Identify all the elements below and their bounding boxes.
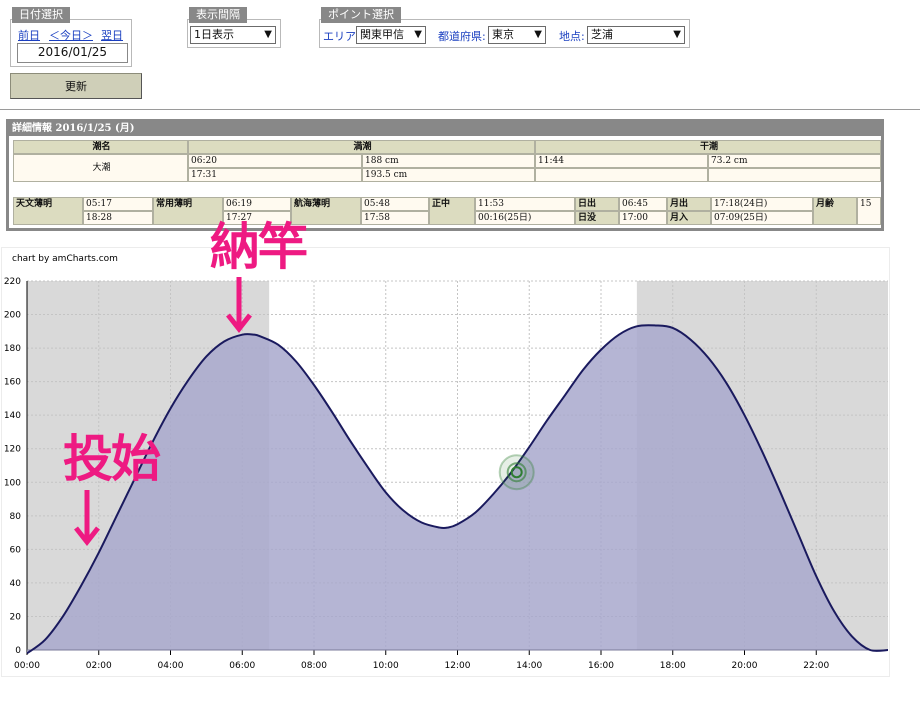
x-tick-label: 04:00 <box>158 661 184 671</box>
x-tick-label: 14:00 <box>516 661 542 671</box>
annotation-top: 納竿 <box>210 218 308 276</box>
x-tick-label: 08:00 <box>301 661 327 671</box>
annotation-top-arrow <box>226 277 252 334</box>
x-tick-label: 00:00 <box>14 661 40 671</box>
y-tick-label: 100 <box>4 478 21 488</box>
x-tick-label: 02:00 <box>86 661 112 671</box>
current-marker-halo <box>498 454 535 491</box>
y-tick-label: 80 <box>10 512 22 522</box>
y-tick-label: 40 <box>10 579 22 589</box>
annotation-left: 投始 <box>63 430 161 488</box>
x-tick-label: 12:00 <box>445 661 471 671</box>
annotation-left-arrow <box>74 490 100 547</box>
tide-chart: 0 20 40 60 80 100 120 140 160 180 200 220 00:00 02:00… <box>4 277 889 671</box>
y-tick-label: 0 <box>15 646 21 656</box>
y-tick-label: 200 <box>4 311 21 321</box>
x-tick-label: 18:00 <box>660 661 686 671</box>
x-tick-label: 22:00 <box>803 661 829 671</box>
y-tick-label: 180 <box>4 344 21 354</box>
y-tick-label: 220 <box>4 277 21 287</box>
y-tick-label: 140 <box>4 411 21 421</box>
x-tick-label: 20:00 <box>732 661 758 671</box>
y-tick-label: 20 <box>10 612 22 622</box>
y-tick-label: 120 <box>4 445 21 455</box>
y-tick-label: 60 <box>10 545 22 555</box>
x-tick-label: 16:00 <box>588 661 614 671</box>
x-tick-label: 10:00 <box>373 661 399 671</box>
x-tick-label: 06:00 <box>229 661 255 671</box>
y-tick-label: 160 <box>4 378 21 388</box>
